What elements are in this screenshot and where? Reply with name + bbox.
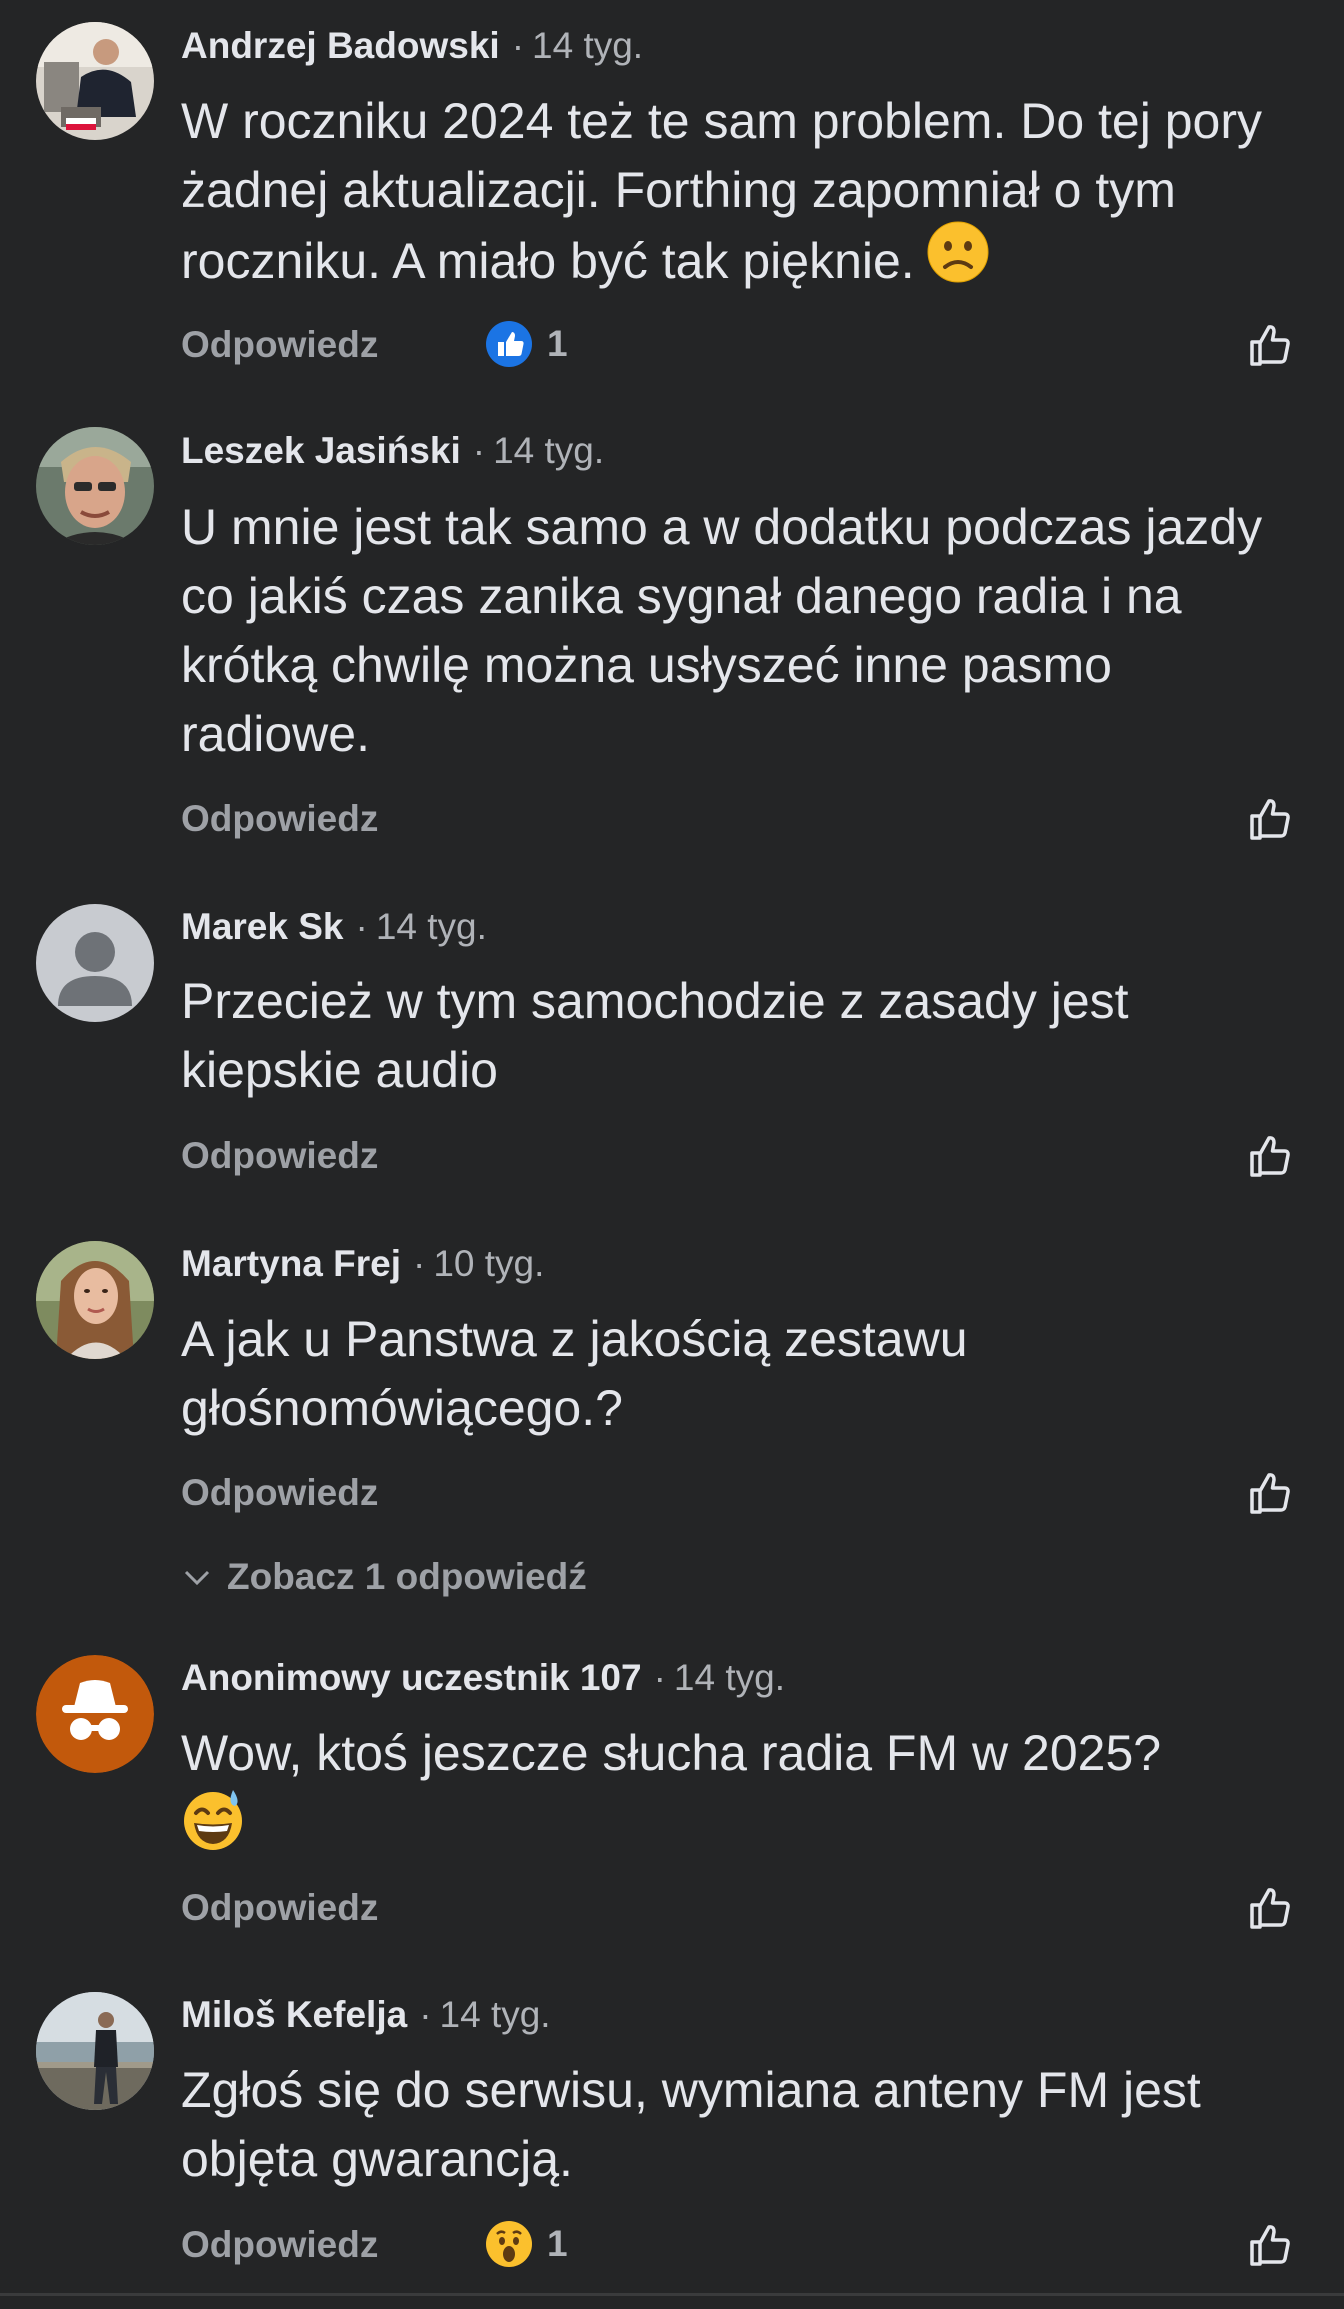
separator: · xyxy=(472,430,486,471)
comment-header: Martyna Frej · 10 tyg. xyxy=(181,1242,544,1286)
avatar[interactable] xyxy=(36,904,154,1022)
comment-text: A jak u Panstwa z jakością zestawu głośn… xyxy=(181,1311,968,1436)
author-name[interactable]: Martyna Frej xyxy=(181,1243,401,1284)
reply-button[interactable]: Odpowiedz xyxy=(181,797,378,841)
see-replies-button[interactable]: Zobacz 1 odpowiedź xyxy=(181,1555,587,1599)
avatar[interactable] xyxy=(36,1655,154,1773)
reply-button[interactable]: Odpowiedz xyxy=(181,323,378,367)
reaction-count: 1 xyxy=(547,323,568,364)
comment-header: Miloš Kefelja · 14 tyg. xyxy=(181,1993,551,2037)
author-name[interactable]: Anonimowy uczestnik 107 xyxy=(181,1657,642,1698)
comment-text: Przecież w tym samochodzie z zasady jest… xyxy=(181,973,1129,1098)
separator: · xyxy=(413,1243,426,1284)
comment-text: U mnie jest tak samo a w dodatku podczas… xyxy=(181,499,1263,762)
avatar[interactable] xyxy=(36,1241,154,1359)
author-name[interactable]: Leszek Jasiński xyxy=(181,430,461,471)
grinning-sweat-face-emoji xyxy=(181,1788,245,1870)
comment-header: Marek Sk · 14 tyg. xyxy=(181,905,487,949)
separator: · xyxy=(419,1994,432,2035)
comment-text-content: W roczniku 2024 też te sam problem. Do t… xyxy=(181,93,1263,290)
comment-header: Anonimowy uczestnik 107 · 14 tyg. xyxy=(181,1656,785,1700)
comment-text: Wow, ktoś jeszcze słucha radia FM w 2025… xyxy=(181,1719,1311,1870)
like-icon[interactable] xyxy=(1246,2220,1296,2270)
reaction-count: 1 xyxy=(547,2223,568,2264)
reaction-summary[interactable]: 1 xyxy=(485,320,568,368)
comment-header: Andrzej Badowski · 14 tyg. xyxy=(181,24,643,68)
divider xyxy=(0,2293,1344,2296)
author-name[interactable]: Andrzej Badowski xyxy=(181,25,500,66)
author-name[interactable]: Miloš Kefelja xyxy=(181,1994,407,2035)
avatar[interactable] xyxy=(36,427,154,545)
frowning-face-emoji xyxy=(927,221,989,301)
like-icon[interactable] xyxy=(1246,794,1296,844)
wow-reaction-icon xyxy=(486,2221,532,2267)
like-icon[interactable] xyxy=(1246,320,1296,370)
separator: · xyxy=(653,1657,666,1698)
reply-button[interactable]: Odpowiedz xyxy=(181,1886,378,1930)
like-icon[interactable] xyxy=(1246,1468,1296,1518)
timestamp[interactable]: 14 tyg. xyxy=(532,25,643,66)
timestamp[interactable]: 14 tyg. xyxy=(493,430,604,471)
see-replies-label: Zobacz 1 odpowiedź xyxy=(227,1556,587,1597)
chevron-down-icon xyxy=(184,1570,210,1586)
separator: · xyxy=(355,906,368,947)
avatar[interactable] xyxy=(36,22,154,140)
reply-button[interactable]: Odpowiedz xyxy=(181,2223,378,2267)
timestamp[interactable]: 14 tyg. xyxy=(674,1657,785,1698)
comment-text: W roczniku 2024 też te sam problem. Do t… xyxy=(181,87,1311,305)
like-icon[interactable] xyxy=(1246,1131,1296,1181)
author-name[interactable]: Marek Sk xyxy=(181,906,344,947)
avatar[interactable] xyxy=(36,1992,154,2110)
separator: · xyxy=(511,25,525,66)
reply-button[interactable]: Odpowiedz xyxy=(181,1134,378,1178)
comment-text: Zgłoś się do serwisu, wymiana anteny FM … xyxy=(181,2062,1201,2187)
timestamp[interactable]: 14 tyg. xyxy=(376,906,487,947)
timestamp[interactable]: 14 tyg. xyxy=(440,1994,551,2035)
timestamp[interactable]: 10 tyg. xyxy=(433,1243,544,1284)
like-reaction-icon xyxy=(486,321,532,367)
like-icon[interactable] xyxy=(1246,1883,1296,1933)
reaction-summary[interactable]: 1 xyxy=(485,2220,568,2268)
comment-text-content: Wow, ktoś jeszcze słucha radia FM w 2025… xyxy=(181,1725,1162,1781)
comment-header: Leszek Jasiński · 14 tyg. xyxy=(181,429,604,473)
reply-button[interactable]: Odpowiedz xyxy=(181,1471,378,1515)
